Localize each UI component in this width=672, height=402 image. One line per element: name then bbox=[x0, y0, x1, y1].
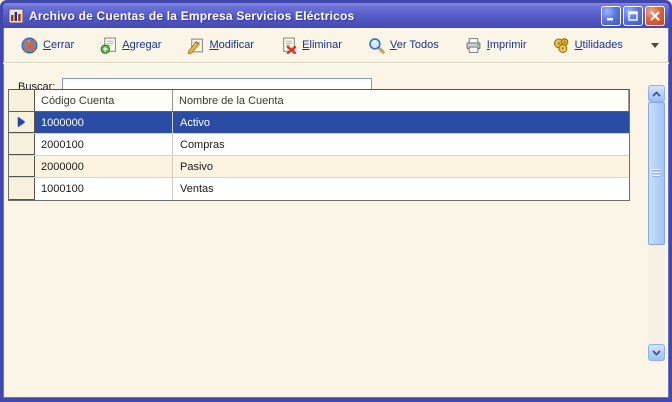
row-selector[interactable] bbox=[9, 178, 35, 200]
table-row[interactable]: 2000000Pasivo bbox=[9, 156, 629, 178]
row-selector[interactable] bbox=[9, 134, 35, 155]
cell-nombre-cuenta[interactable]: Ventas bbox=[173, 178, 629, 200]
eliminar-icon bbox=[280, 37, 297, 54]
cell-nombre-cuenta[interactable]: Pasivo bbox=[173, 156, 629, 177]
toolbar-overflow-chevron-icon[interactable] bbox=[651, 43, 659, 48]
cell-codigo-cuenta[interactable]: 2000100 bbox=[35, 134, 173, 155]
cell-nombre-cuenta[interactable]: Compras bbox=[173, 134, 629, 155]
table-header-row: Código Cuenta Nombre de la Cuenta bbox=[9, 90, 629, 112]
cell-codigo-cuenta[interactable]: 1000000 bbox=[35, 112, 173, 133]
modificar-icon bbox=[187, 37, 204, 54]
maximize-icon bbox=[627, 10, 639, 22]
app-icon bbox=[8, 8, 24, 24]
close-icon bbox=[649, 10, 661, 22]
minimize-button[interactable] bbox=[601, 6, 621, 26]
row-selector[interactable] bbox=[9, 156, 35, 177]
eliminar-label: Eliminar bbox=[302, 39, 342, 51]
column-header-nombre[interactable]: Nombre de la Cuenta bbox=[173, 90, 629, 111]
scrollbar-thumb[interactable] bbox=[648, 102, 665, 245]
ver-todos-icon bbox=[368, 37, 385, 54]
cell-codigo-cuenta[interactable]: 1000100 bbox=[35, 178, 173, 200]
toolbar-button-imprimir[interactable]: Imprimir bbox=[461, 34, 531, 57]
cerrar-icon bbox=[21, 37, 38, 54]
chevron-up-icon bbox=[652, 91, 661, 97]
titlebar[interactable]: Archivo de Cuentas de la Empresa Servici… bbox=[3, 3, 669, 28]
imprimir-label: Imprimir bbox=[487, 39, 527, 51]
vertical-scrollbar[interactable] bbox=[648, 85, 665, 361]
row-selector[interactable] bbox=[9, 112, 35, 133]
toolbar-button-agregar[interactable]: Agregar bbox=[96, 34, 165, 57]
table-row[interactable]: 2000100Compras bbox=[9, 134, 629, 156]
chevron-down-icon bbox=[652, 350, 661, 356]
table-body: 1000000Activo2000100Compras2000000Pasivo… bbox=[9, 112, 629, 200]
accounts-table: Código Cuenta Nombre de la Cuenta 100000… bbox=[8, 89, 630, 201]
cerrar-label: Cerrar bbox=[43, 39, 74, 51]
utilidades-label: Utilidades bbox=[575, 39, 623, 51]
modificar-label: Modificar bbox=[209, 39, 254, 51]
window-controls bbox=[601, 6, 665, 26]
table-row[interactable]: 1000100Ventas bbox=[9, 178, 629, 200]
scroll-up-button[interactable] bbox=[648, 85, 665, 102]
app-window: Archivo de Cuentas de la Empresa Servici… bbox=[0, 0, 672, 402]
toolbar-button-modificar[interactable]: Modificar bbox=[183, 34, 258, 57]
scroll-down-button[interactable] bbox=[648, 344, 665, 361]
agregar-label: Agregar bbox=[122, 39, 161, 51]
toolbar-button-eliminar[interactable]: Eliminar bbox=[276, 34, 346, 57]
window-title: Archivo de Cuentas de la Empresa Servici… bbox=[29, 9, 601, 23]
toolbar-button-cerrar[interactable]: Cerrar bbox=[17, 34, 78, 57]
agregar-icon bbox=[100, 37, 117, 54]
scrollbar-grip-icon bbox=[653, 169, 660, 178]
selected-row-arrow-icon bbox=[18, 117, 25, 127]
cell-codigo-cuenta[interactable]: 2000000 bbox=[35, 156, 173, 177]
utilidades-icon bbox=[553, 37, 570, 54]
close-button[interactable] bbox=[645, 6, 665, 26]
column-header-codigo[interactable]: Código Cuenta bbox=[35, 90, 173, 111]
cell-nombre-cuenta[interactable]: Activo bbox=[173, 112, 629, 133]
imprimir-icon bbox=[465, 37, 482, 54]
table-row[interactable]: 1000000Activo bbox=[9, 112, 629, 134]
toolbar-button-ver-todos[interactable]: Ver Todos bbox=[364, 34, 443, 57]
row-selector-header bbox=[9, 90, 35, 111]
toolbar: Cerrar Agregar Modificar bbox=[3, 28, 669, 63]
ver-todos-label: Ver Todos bbox=[390, 39, 439, 51]
minimize-icon bbox=[605, 10, 617, 22]
maximize-button[interactable] bbox=[623, 6, 643, 26]
toolbar-button-utilidades[interactable]: Utilidades bbox=[549, 34, 627, 57]
